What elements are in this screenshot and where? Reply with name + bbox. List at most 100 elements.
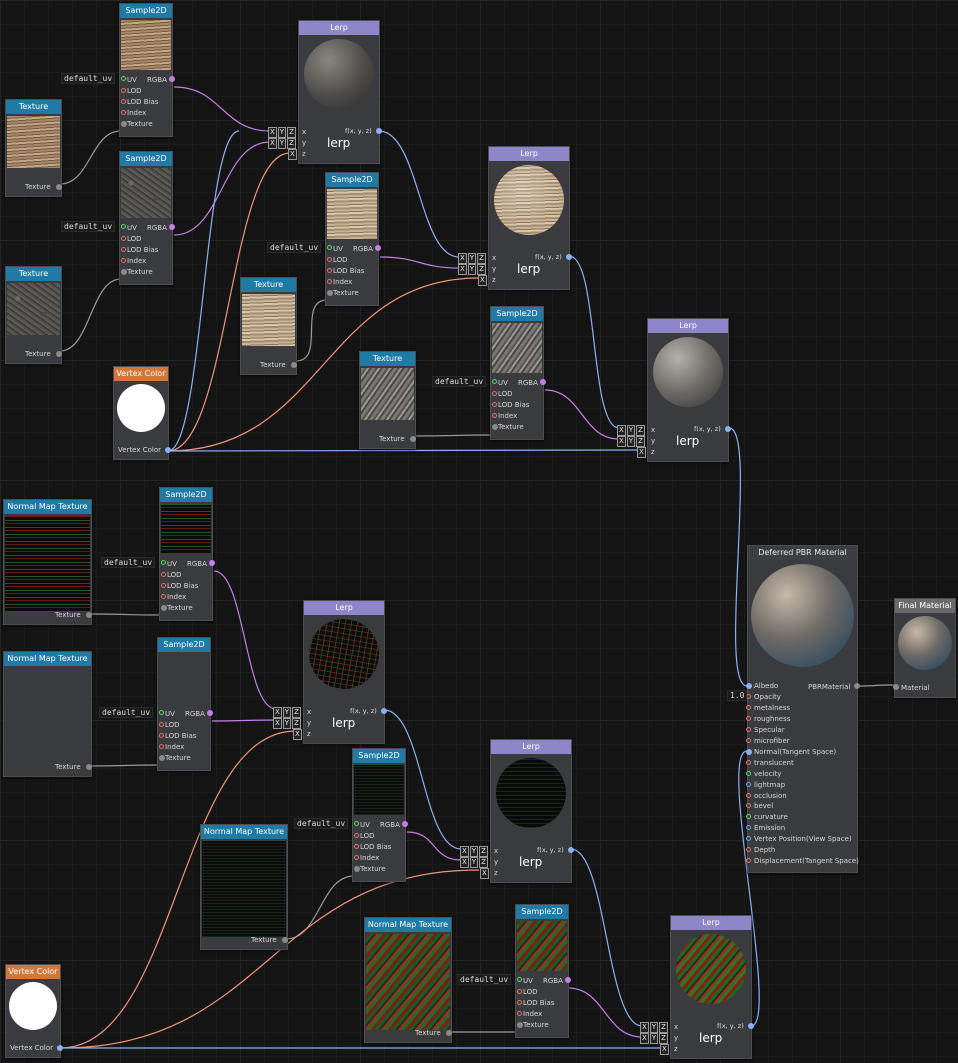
lod-bias-input-pin[interactable] [121, 99, 126, 104]
pbr-input-pin-15[interactable] [746, 847, 751, 853]
sample2d-node-1[interactable]: Sample2D UV RGBA LOD LOD Bias Index Texture [119, 3, 175, 137]
vertex-color-node-2[interactable]: Vertex Color Vertex Color [5, 964, 63, 1058]
sample2d-node-2[interactable]: Sample2D UV RGBA LOD LOD Bias Index Texture [119, 151, 175, 285]
lerp-node-3-header[interactable]: Lerp [648, 319, 728, 333]
uv-input-pin[interactable] [492, 379, 497, 384]
texture-node-4[interactable]: Texture Texture [359, 351, 416, 449]
lerp-output-pin[interactable] [568, 847, 574, 853]
sample2d-node-1-header[interactable]: Sample2D [120, 4, 172, 18]
default-uv-chip[interactable]: default_uv [457, 974, 512, 985]
xyz-input-y[interactable]: XYZ [617, 436, 646, 447]
xyz-chip-xyz_x[interactable]: X [268, 127, 277, 138]
lerp-output-pin[interactable] [381, 708, 387, 714]
xyz-chip-xyz_y[interactable]: Y [467, 264, 477, 275]
xyz-chip-xyz_y[interactable]: Y [282, 718, 292, 729]
xyz-chip-xyz_x[interactable]: X [268, 138, 277, 149]
xyz-chip-xyz_z[interactable]: Z [287, 127, 296, 138]
sample2d-node-4-header[interactable]: Sample2D [491, 307, 543, 321]
lod-input-pin[interactable] [354, 833, 359, 838]
xyz-chip-xyz_x[interactable]: X [458, 253, 467, 264]
xyz-input-x[interactable]: XYZ [617, 425, 646, 436]
default-uv-chip[interactable]: default_uv [61, 221, 116, 232]
default-uv-chip[interactable]: default_uv [101, 557, 156, 568]
lod-bias-input-pin[interactable] [327, 268, 332, 273]
final-material-node-header[interactable]: Final Material [895, 599, 955, 613]
xyz-input-y[interactable]: XYZ [460, 857, 489, 868]
lerp-node-6-header[interactable]: Lerp [671, 916, 751, 930]
xyz-input-y[interactable]: XYZ [268, 138, 297, 149]
sample2d-node-6[interactable]: Sample2D UV RGBA LOD LOD Bias Index Texture [157, 637, 213, 771]
texture-output-pin[interactable] [282, 937, 288, 943]
lerp-node-2-header[interactable]: Lerp [489, 147, 569, 161]
xyz-chip-xyz_y[interactable]: Y [649, 1033, 659, 1044]
normal-map-node-3[interactable]: Normal Map Texture Texture [200, 824, 288, 950]
lerp-node-2[interactable]: Lerp f(x, y, z) lerp [488, 146, 572, 290]
sample2d-node-5[interactable]: Sample2D UV RGBA LOD LOD Bias Index Texture [159, 487, 215, 621]
xyz-chip-xyz_x[interactable]: X [458, 264, 467, 275]
texture-output-pin[interactable] [410, 436, 416, 442]
xyz-input-x[interactable]: XYZ [458, 253, 487, 264]
lerp-output-pin[interactable] [725, 426, 731, 432]
normal-map-node-2[interactable]: Normal Map Texture Texture [3, 651, 92, 777]
sample2d-node-2-header[interactable]: Sample2D [120, 152, 172, 166]
pbr-input-pin-9[interactable] [746, 781, 751, 787]
vertex-color-node-2-header[interactable]: Vertex Color [6, 965, 60, 979]
lerp-node-1-header[interactable]: Lerp [299, 21, 379, 35]
material-input-pin[interactable] [893, 684, 899, 690]
pbr-input-pin-12[interactable] [746, 814, 751, 820]
pbr-input-pin-16[interactable] [746, 858, 751, 864]
sample2d-node-3[interactable]: Sample2D UV RGBA LOD LOD Bias Index Texture [325, 172, 381, 306]
vertex-color-output-pin[interactable] [57, 1045, 63, 1051]
texture-node-1[interactable]: Texture Texture [5, 99, 62, 197]
xyz-input-z[interactable]: X [660, 1044, 670, 1055]
xyz-chip-xyz_x[interactable]: X [273, 707, 282, 718]
xyz-chip-xyz_z[interactable]: Z [659, 1022, 668, 1033]
pbr-input-pin-13[interactable] [746, 825, 751, 831]
xyz-chip-xyz_z[interactable]: Z [479, 846, 488, 857]
xyz-chip-xyz_z[interactable]: Z [659, 1033, 668, 1044]
xyz-chip-xyz_y[interactable]: Y [277, 127, 287, 138]
xyz-chip-xyz_z[interactable]: Z [477, 264, 486, 275]
lod-bias-input-pin[interactable] [354, 844, 359, 849]
xyz-chip-xyz_z[interactable]: Z [292, 707, 301, 718]
xyz-chip-xyz_z[interactable]: Z [287, 138, 296, 149]
xyz-chip-xyz_y[interactable]: Y [626, 425, 636, 436]
lod-bias-input-pin[interactable] [121, 247, 126, 252]
xyz-input-z[interactable]: X [293, 729, 303, 740]
vertex-color-node-1[interactable]: Vertex Color Vertex Color [113, 366, 171, 460]
index-input-pin[interactable] [121, 110, 126, 115]
xyz-chip-xyz_x[interactable]: X [478, 275, 487, 286]
pbr-input-pin-10[interactable] [746, 792, 751, 798]
texture-node-2[interactable]: Texture Texture [5, 266, 62, 364]
uv-input-pin[interactable] [121, 76, 126, 81]
lerp-node-3[interactable]: Lerp f(x, y, z) lerp [647, 318, 731, 462]
pbr-input-pin-5[interactable] [746, 737, 751, 743]
normal-map-node-1[interactable]: Normal Map Texture Texture [3, 499, 92, 625]
pbr-input-pin-2[interactable] [746, 704, 751, 710]
lod-bias-input-pin[interactable] [517, 1000, 522, 1005]
uv-input-pin[interactable] [159, 710, 164, 715]
xyz-chip-xyz_x[interactable]: X [660, 1044, 669, 1055]
rgba-output-pin[interactable] [565, 977, 571, 983]
xyz-chip-xyz_x[interactable]: X [640, 1033, 649, 1044]
lerp-node-1[interactable]: Lerp f(x, y, z) lerp [298, 20, 382, 164]
lerp-node-4-header[interactable]: Lerp [304, 601, 384, 615]
default-uv-chip[interactable]: default_uv [61, 73, 116, 84]
pbr-input-pin-8[interactable] [746, 770, 751, 776]
sample2d-node-8[interactable]: Sample2D UV RGBA LOD LOD Bias Index Texture [515, 904, 571, 1038]
lerp-node-5[interactable]: Lerp f(x, y, z) lerp [490, 739, 574, 883]
texture-output-pin[interactable] [446, 1030, 452, 1036]
sample2d-node-8-header[interactable]: Sample2D [516, 905, 568, 919]
sample2d-node-3-header[interactable]: Sample2D [326, 173, 378, 187]
xyz-chip-xyz_y[interactable]: Y [467, 253, 477, 264]
rgba-output-pin[interactable] [540, 379, 546, 385]
lod-input-pin[interactable] [161, 572, 166, 577]
xyz-chip-xyz_x[interactable]: X [273, 718, 282, 729]
texture-output-pin[interactable] [291, 362, 297, 368]
xyz-input-z[interactable]: X [288, 149, 298, 160]
xyz-chip-xyz_x[interactable]: X [637, 447, 646, 458]
rgba-output-pin[interactable] [375, 245, 381, 251]
texture-output-pin[interactable] [56, 184, 62, 190]
xyz-chip-xyz_y[interactable]: Y [469, 846, 479, 857]
sample2d-node-7-header[interactable]: Sample2D [353, 749, 405, 763]
